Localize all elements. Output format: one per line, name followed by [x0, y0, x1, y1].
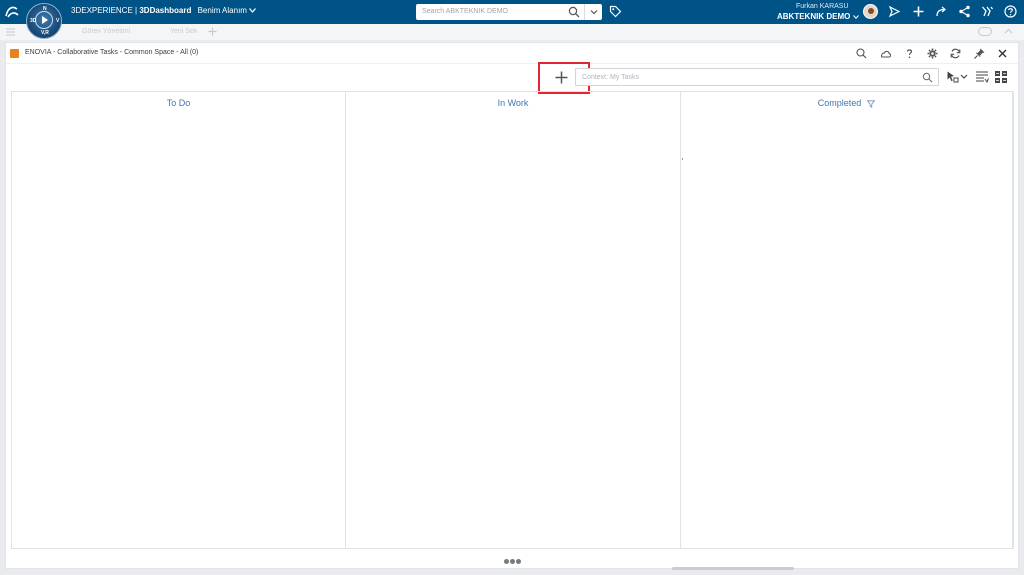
- dashboard-tab-strip: Görev Yönetimi Yeni Sek: [0, 24, 1024, 40]
- column-header-in-work: In Work: [497, 98, 529, 108]
- forward-icon[interactable]: [935, 5, 948, 18]
- context-placeholder: Context: My Tasks: [582, 74, 640, 81]
- context-search-input[interactable]: Context: My Tasks: [575, 68, 939, 86]
- search-icon[interactable]: [922, 72, 933, 83]
- horizontal-scrollbar[interactable]: [672, 567, 794, 570]
- tab-yeni-sek[interactable]: Yeni Sek: [170, 28, 197, 35]
- play-icon: [42, 16, 48, 24]
- add-task-button[interactable]: [553, 69, 570, 86]
- tab-gorev-yonetimi[interactable]: Görev Yönetimi: [82, 28, 130, 35]
- compass-label-top: N: [43, 6, 47, 12]
- space-name: Benim Alanım: [197, 6, 247, 15]
- app-name: 3DDashboard: [139, 6, 192, 15]
- collab-icon[interactable]: [981, 5, 994, 18]
- kanban-board: To Do In Work Completed: [11, 91, 1014, 549]
- board-view-icon[interactable]: [994, 70, 1008, 84]
- compass-button[interactable]: N 3D V V,R: [26, 3, 62, 39]
- column-header-completed: Completed: [817, 98, 862, 108]
- widget-header: ENOVIA - Collaborative Tasks - Common Sp…: [6, 43, 1018, 64]
- user-name[interactable]: Furkan KARASU: [796, 3, 849, 10]
- chevron-down-icon[interactable]: [249, 8, 257, 13]
- more-options-button[interactable]: [504, 551, 524, 564]
- widget-title: ENOVIA - Collaborative Tasks - Common Sp…: [25, 49, 199, 56]
- chevron-down-icon: [852, 15, 859, 20]
- view-toggle-icon[interactable]: [978, 27, 992, 36]
- user-avatar[interactable]: [863, 4, 878, 19]
- stray-mark: [682, 158, 683, 160]
- search-icon[interactable]: [568, 6, 580, 18]
- tag-icon[interactable]: [609, 5, 622, 18]
- brand-label: 3DEXPERIENCE: [71, 6, 133, 15]
- compass-label-left: 3D: [30, 18, 37, 24]
- top-bar: 3DEXPERIENCE | 3DDashboard Benim Alanım …: [0, 0, 1024, 24]
- column-in-work[interactable]: In Work: [346, 92, 681, 548]
- global-search-input[interactable]: Search ABKTEKNIK DEMO: [416, 4, 602, 20]
- list-view-icon[interactable]: [975, 70, 989, 84]
- plus-icon[interactable]: [912, 5, 925, 18]
- menu-icon[interactable]: [6, 28, 15, 36]
- cloud-icon[interactable]: [879, 47, 892, 60]
- column-header-to-do: To Do: [166, 98, 191, 108]
- dassault-logo-icon[interactable]: [4, 4, 20, 20]
- refresh-icon[interactable]: [949, 47, 962, 60]
- compass-label-right: V: [56, 18, 60, 24]
- search-scope-dropdown[interactable]: [584, 4, 602, 20]
- add-tab-icon[interactable]: [208, 27, 217, 36]
- help-icon[interactable]: [903, 47, 916, 60]
- gear-icon[interactable]: [926, 47, 939, 60]
- close-icon[interactable]: [996, 47, 1009, 60]
- enovia-app-icon: [10, 49, 19, 58]
- collaborative-tasks-widget: ENOVIA - Collaborative Tasks - Common Sp…: [5, 42, 1019, 569]
- widget-toolbar: Context: My Tasks: [6, 62, 1018, 94]
- pin-icon[interactable]: [973, 47, 986, 60]
- column-completed[interactable]: Completed: [681, 92, 1013, 548]
- chevron-down-icon: [590, 10, 598, 15]
- help-icon[interactable]: [1004, 5, 1017, 18]
- filter-icon[interactable]: [867, 100, 876, 108]
- tenant-name: ABKTEKNIK DEMO: [777, 12, 851, 21]
- search-placeholder: Search ABKTEKNIK DEMO: [422, 8, 508, 15]
- chevron-up-icon[interactable]: [1004, 27, 1013, 36]
- network-icon[interactable]: [958, 5, 971, 18]
- selection-mode-dropdown[interactable]: [946, 70, 968, 84]
- compass-label-bottom: V,R: [41, 30, 49, 36]
- share-icon[interactable]: [888, 5, 901, 18]
- column-header-completed-wrap: Completed: [681, 98, 1012, 108]
- search-icon[interactable]: [855, 47, 868, 60]
- app-title[interactable]: 3DEXPERIENCE | 3DDashboard Benim Alanım: [71, 6, 257, 15]
- column-to-do[interactable]: To Do: [12, 92, 346, 548]
- title-separator: |: [135, 6, 138, 15]
- tenant-selector[interactable]: ABKTEKNIK DEMO: [777, 12, 859, 21]
